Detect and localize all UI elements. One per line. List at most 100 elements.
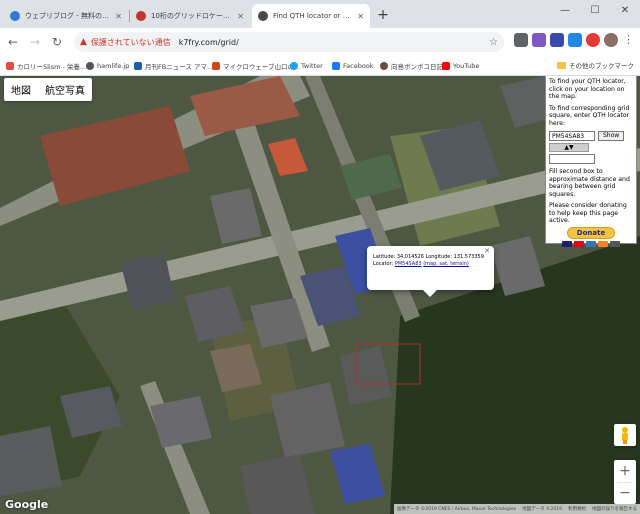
report-error-link[interactable]: 地図の誤りを報告する (592, 506, 637, 512)
minimize-button[interactable]: — (550, 0, 580, 22)
google-logo: Google (5, 498, 49, 511)
close-tab-icon[interactable]: ✕ (357, 12, 364, 21)
tab-strip: ウェブリブログ - 無料のブログ(blog)作 ✕ 10桁のグリッドロケーターと… (0, 0, 640, 28)
extension-icon[interactable] (568, 33, 582, 47)
reload-icon[interactable]: ↻ (48, 33, 66, 51)
tab-find-qth-locator[interactable]: Find QTH locator or map square ✕ (252, 4, 370, 28)
latitude-value: 34.014526 (396, 254, 424, 260)
profile-avatar-icon[interactable] (604, 33, 618, 47)
card-icon (610, 240, 620, 247)
bookmark-favicon-icon (134, 62, 142, 70)
tab-webryblog[interactable]: ウェブリブログ - 無料のブログ(blog)作 ✕ (4, 4, 128, 28)
qth-locator-panel: To find your QTH locator, click on your … (545, 76, 637, 247)
bookmark-item[interactable]: YouTube (442, 60, 479, 72)
locator-label: Locator: (373, 261, 394, 267)
extension-icon[interactable] (514, 33, 528, 47)
folder-icon (557, 61, 566, 69)
bookmark-item[interactable]: 向島ボンボコ日記 (380, 60, 443, 72)
swap-arrows-button[interactable]: ▲▼ (549, 143, 589, 152)
show-button[interactable]: Show (598, 131, 625, 141)
panel-grid-intro-text: To find corresponding grid square, enter… (549, 104, 630, 127)
forward-arrow-icon[interactable]: → (26, 33, 44, 51)
bookmark-favicon-icon (6, 62, 14, 70)
locator-row: Show (549, 131, 633, 141)
satellite-imagery[interactable] (0, 76, 640, 514)
window-controls: — ☐ ✕ (550, 0, 640, 22)
bookmark-label: カロリーSlism - 栄養... (17, 63, 87, 71)
terms-link[interactable]: 利用規約 (568, 506, 586, 512)
tab-title: Find QTH locator or map square (273, 12, 353, 20)
other-bookmarks-label: その他のブックマーク (569, 62, 634, 70)
info-window-tail (423, 290, 437, 297)
url-text[interactable]: k7fry.com/grid/ (179, 38, 239, 47)
panel-intro-text: To find your QTH locator, click on your … (549, 78, 626, 100)
imagery-attribution: 画像データ ©2019 CNES / Airbus, Maxar Technol… (396, 507, 517, 512)
second-locator-input[interactable] (549, 154, 595, 164)
bookmark-label: YouTube (453, 62, 480, 70)
zoom-out-button[interactable]: − (614, 482, 636, 504)
map-type-control: 地図 航空写真 (4, 78, 92, 101)
twitter-icon (290, 62, 298, 70)
bookmark-item[interactable]: カロリーSlism - 栄養... (6, 60, 86, 72)
donate-text: Please consider donating to help keep th… (549, 202, 627, 224)
close-icon[interactable]: ✕ (484, 248, 490, 255)
tab-title: ウェブリブログ - 無料のブログ(blog)作 (25, 12, 111, 20)
other-bookmarks[interactable]: その他のブックマーク (557, 60, 634, 70)
street-view-pegman-icon[interactable] (614, 424, 636, 446)
bookmark-item[interactable]: Twitter (290, 60, 323, 72)
extension-icon[interactable] (550, 33, 564, 47)
page-favicon-icon (258, 11, 268, 21)
close-tab-icon[interactable]: ✕ (115, 12, 122, 21)
bookmark-item[interactable]: Facebook (332, 60, 374, 72)
bookmark-label: Twitter (301, 62, 323, 70)
not-secure-label[interactable]: 保護されていない通信 (91, 37, 171, 48)
browser-toolbar: ← → ↻ ⌂ ▲ 保護されていない通信 k7fry.com/grid/ ☆ ⋮ (0, 28, 640, 56)
close-tab-icon[interactable]: ✕ (237, 12, 244, 21)
satellite-map[interactable]: 地図 航空写真 To find your QTH locator, click … (0, 76, 640, 514)
longitude-value: 131.573359 (453, 254, 484, 260)
discover-card-icon (598, 240, 608, 247)
tab-title: 10桁のグリッドロケーターとPSKR: まびこ (151, 12, 233, 20)
visa-card-icon (562, 240, 572, 247)
locator-line: Locator: PM54SA83 (map, sat, terrain) (373, 261, 488, 268)
bookmark-favicon-icon (380, 62, 388, 70)
tab-grid-locator-pskr[interactable]: 10桁のグリッドロケーターとPSKR: まびこ ✕ (130, 4, 250, 28)
extension-icon[interactable] (532, 33, 546, 47)
maximize-button[interactable]: ☐ (580, 0, 610, 22)
mastercard-icon (574, 240, 584, 247)
map-sat-terrain-links[interactable]: (map, sat, terrain) (423, 261, 469, 267)
bookmark-item[interactable]: マイクロウェーブ山口の... (212, 60, 300, 72)
distance-instruction-text: Fill second box to approximate distance … (549, 168, 630, 198)
address-bar[interactable]: ▲ 保護されていない通信 k7fry.com/grid/ ☆ (74, 32, 504, 52)
map-type-map-button[interactable]: 地図 (4, 78, 38, 101)
bookmark-item[interactable]: 月刊FBニュース アマ... (134, 60, 213, 72)
back-arrow-icon[interactable]: ← (4, 33, 22, 51)
location-info-window: ✕ Latitude: 34.014526 Longitude: 131.573… (367, 246, 494, 297)
longitude-label: Longitude: (425, 254, 453, 260)
pegman-icon (622, 427, 628, 444)
bookmark-favicon-icon (212, 62, 220, 70)
bookmarks-bar: カロリーSlism - 栄養... hamlife.jp 月刊FBニュース アマ… (0, 56, 640, 76)
youtube-icon (442, 62, 450, 70)
blog-favicon-icon (136, 11, 146, 21)
close-window-button[interactable]: ✕ (610, 0, 640, 22)
locator-input[interactable] (549, 131, 595, 141)
latitude-label: Latitude: (373, 254, 396, 260)
bookmark-item[interactable]: hamlife.jp (86, 60, 129, 72)
bookmark-label: 向島ボンボコ日記 (391, 63, 443, 71)
new-tab-button[interactable]: + (374, 6, 392, 24)
warning-triangle-icon[interactable]: ▲ (80, 37, 87, 47)
bookmark-star-icon[interactable]: ☆ (489, 37, 498, 48)
bookmark-label: 月刊FBニュース アマ... (145, 63, 214, 71)
zoom-in-button[interactable]: + (614, 460, 636, 482)
map-attribution: 画像データ ©2019 CNES / Airbus, Maxar Technol… (393, 504, 640, 514)
chrome-menu-icon[interactable]: ⋮ (623, 33, 634, 46)
coordinates-line: Latitude: 34.014526 Longitude: 131.57335… (373, 254, 488, 261)
bookmark-label: hamlife.jp (97, 62, 130, 70)
extension-icon[interactable] (586, 33, 600, 47)
locator-link[interactable]: PM54SA83 (395, 261, 422, 267)
map-type-satellite-button[interactable]: 航空写真 (38, 78, 92, 101)
donate-button[interactable]: Donate (567, 226, 615, 239)
amex-card-icon (586, 240, 596, 247)
bookmark-favicon-icon (86, 62, 94, 70)
